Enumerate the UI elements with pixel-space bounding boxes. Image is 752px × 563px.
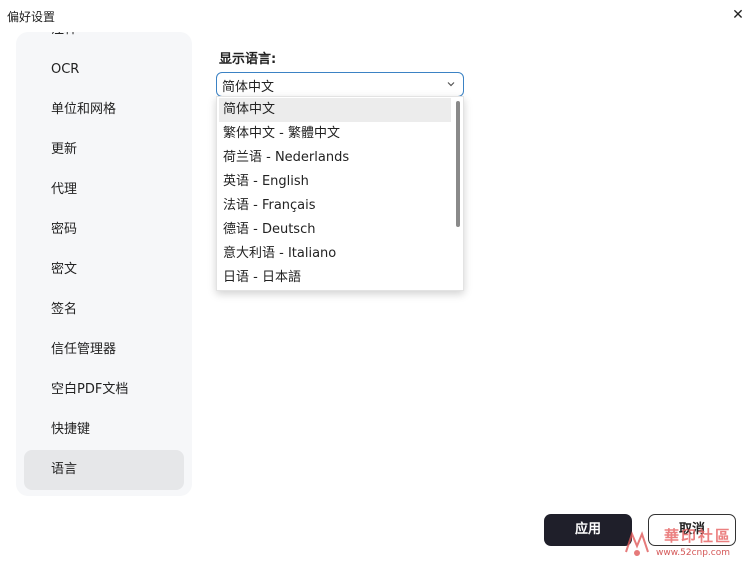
language-option[interactable]: 日语 - 日本語 xyxy=(219,266,451,290)
sidebar-item-shortcuts[interactable]: 快捷键 xyxy=(24,410,184,450)
sidebar-item-label: 快捷键 xyxy=(51,422,91,437)
language-dropdown-list: 简体中文 繁体中文 - 繁體中文 荷兰语 - Nederlands 英语 - E… xyxy=(216,96,464,291)
scrollbar-thumb[interactable] xyxy=(456,101,460,227)
sidebar-item-annotation[interactable]: 注释 xyxy=(24,32,184,50)
sidebar-item-label: 空白PDF文档 xyxy=(51,382,129,397)
language-option[interactable]: 繁体中文 - 繁體中文 xyxy=(219,122,451,146)
watermark-text: 華印社區 xyxy=(664,527,733,545)
sidebar-item-redaction[interactable]: 密文 xyxy=(24,250,184,290)
language-option[interactable]: 法语 - Français xyxy=(219,194,451,218)
close-icon[interactable]: ✕ xyxy=(729,6,747,24)
sidebar-item-label: 密码 xyxy=(51,222,78,237)
sidebar-item-language[interactable]: 语言 xyxy=(24,450,184,490)
language-select[interactable]: 简体中文 xyxy=(216,72,464,97)
sidebar-item-label: 信任管理器 xyxy=(51,342,117,357)
sidebar-item-label: 更新 xyxy=(51,142,78,157)
apply-button[interactable]: 应用 xyxy=(544,514,632,546)
sidebar-item-units-grid[interactable]: 单位和网格 xyxy=(24,90,184,130)
watermark-url: www.52cnp.com xyxy=(656,548,731,558)
language-option[interactable]: 德语 - Deutsch xyxy=(219,218,451,242)
sidebar-item-label: 注释 xyxy=(51,32,77,37)
chevron-down-icon xyxy=(447,82,455,87)
language-option[interactable]: 英语 - English xyxy=(219,170,451,194)
sidebar-item-label: 语言 xyxy=(51,462,78,477)
sidebar-item-blank-pdf[interactable]: 空白PDF文档 xyxy=(24,370,184,410)
language-option[interactable]: 简体中文 xyxy=(219,98,451,122)
dropdown-scrollbar[interactable] xyxy=(455,99,461,289)
sidebar-item-update[interactable]: 更新 xyxy=(24,130,184,170)
language-option[interactable]: 荷兰语 - Nederlands xyxy=(219,146,451,170)
window-title: 偏好设置 xyxy=(7,10,56,24)
display-language-label: 显示语言: xyxy=(219,52,277,67)
watermark-logo-icon xyxy=(625,531,649,556)
sidebar: 注释 OCR 单位和网格 更新 代理 密码 密文 签名 信任管理器 空白PDF文… xyxy=(16,32,192,496)
sidebar-item-signature[interactable]: 签名 xyxy=(24,290,184,330)
sidebar-item-trust-manager[interactable]: 信任管理器 xyxy=(24,330,184,370)
sidebar-item-label: 代理 xyxy=(51,182,78,197)
sidebar-item-label: 签名 xyxy=(51,302,78,317)
language-select-value: 简体中文 xyxy=(222,80,275,95)
language-option[interactable]: 意大利语 - Italiano xyxy=(219,242,451,266)
sidebar-item-label: OCR xyxy=(51,62,80,77)
sidebar-item-password[interactable]: 密码 xyxy=(24,210,184,250)
sidebar-item-label: 单位和网格 xyxy=(51,102,117,117)
sidebar-item-proxy[interactable]: 代理 xyxy=(24,170,184,210)
title-bar: 偏好设置 ✕ xyxy=(0,0,752,32)
sidebar-item-ocr[interactable]: OCR xyxy=(24,50,184,90)
sidebar-item-label: 密文 xyxy=(51,262,78,277)
